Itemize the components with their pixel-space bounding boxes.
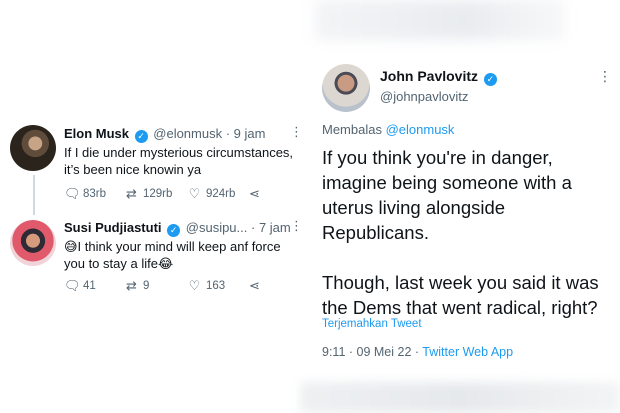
like-button[interactable]: ♡ 163 xyxy=(187,278,247,294)
tweet-time[interactable]: · 7 jam xyxy=(251,220,291,235)
tweet-text-line: 😅I think your mind will keep anf force xyxy=(64,239,281,254)
user-handle[interactable]: @johnpavlovitz xyxy=(380,89,468,104)
more-dots-icon[interactable]: ⋮ xyxy=(598,68,612,85)
blurred-background-bottom xyxy=(300,382,620,413)
tweet-header-susi: Susi Pudjiastuti ✓ @susipu... · 7 jam xyxy=(64,220,291,237)
more-dots-icon[interactable]: ⋮ xyxy=(290,218,303,234)
tweet-metadata: 9:11 · 09 Mei 22 · Twitter Web App xyxy=(322,345,513,359)
retweet-icon: ⇄ xyxy=(126,278,137,293)
display-name[interactable]: Susi Pudjiastuti xyxy=(64,220,162,235)
share-button[interactable]: ⋖ xyxy=(247,278,262,294)
user-handle[interactable]: @susipu... xyxy=(186,220,248,235)
reply-button[interactable]: 🗨 83rb xyxy=(64,186,124,202)
tweet-body: If you think you're in danger, imagine b… xyxy=(322,145,617,345)
heart-icon: ♡ xyxy=(188,278,201,293)
heart-icon: ♡ xyxy=(188,186,201,201)
tweet-timestamp[interactable]: 9:11 · 09 Mei 22 · xyxy=(322,345,419,359)
thread-connector-line xyxy=(33,175,35,215)
reply-mention-link[interactable]: @elonmusk xyxy=(386,122,455,137)
retweet-count: 9 xyxy=(143,280,150,292)
translate-tweet-link[interactable]: Terjemahkan Tweet xyxy=(322,318,422,330)
reply-bubble-icon: 🗨 xyxy=(64,186,81,201)
share-icon: ⋖ xyxy=(249,186,260,201)
retweet-count: 129rb xyxy=(143,188,173,200)
tweet-header-elon: Elon Musk ✓ @elonmusk · 9 jam xyxy=(64,126,265,143)
user-handle[interactable]: @elonmusk xyxy=(153,126,222,141)
tweet-time[interactable]: · 9 jam xyxy=(226,126,266,141)
like-button[interactable]: ♡ 924rb xyxy=(187,186,247,202)
reply-bubble-icon: 🗨 xyxy=(64,278,81,293)
tweet-text-elon: If I die under mysterious circumstances,… xyxy=(64,144,293,178)
reply-button[interactable]: 🗨 41 xyxy=(64,278,124,294)
avatar-john[interactable] xyxy=(322,64,370,112)
tweet-text-susi: 😅I think your mind will keep anf force y… xyxy=(64,238,281,272)
like-count: 163 xyxy=(206,280,226,292)
tweet-text-line: you to stay a life😂 xyxy=(64,256,174,271)
tweet-paragraph: If you think you're in danger, imagine b… xyxy=(322,147,572,243)
tweet-header-john: John Pavlovitz ✓ xyxy=(380,68,499,86)
more-dots-icon[interactable]: ⋮ xyxy=(290,124,303,140)
avatar-elon[interactable] xyxy=(10,125,56,171)
display-name[interactable]: John Pavlovitz xyxy=(380,68,478,84)
blurred-background-top xyxy=(315,0,565,40)
retweet-button[interactable]: ⇄ 129rb xyxy=(124,186,187,202)
avatar-susi[interactable] xyxy=(10,220,56,266)
retweet-button[interactable]: ⇄ 9 xyxy=(124,278,187,294)
tweet-text-line: If I die under mysterious circumstances, xyxy=(64,145,294,160)
verified-badge-icon: ✓ xyxy=(483,73,497,86)
share-icon: ⋖ xyxy=(249,278,260,293)
like-count: 924rb xyxy=(206,188,236,200)
tweet-actions-elon: 🗨 83rb ⇄ 129rb ♡ 924rb ⋖ xyxy=(64,186,262,202)
reply-count: 41 xyxy=(83,280,96,292)
reply-count: 83rb xyxy=(83,188,107,200)
verified-badge-icon: ✓ xyxy=(167,224,181,237)
reply-prefix: Membalas xyxy=(322,122,382,137)
tweet-source-app[interactable]: Twitter Web App xyxy=(422,345,513,359)
display-name[interactable]: Elon Musk xyxy=(64,126,129,141)
tweet-actions-susi: 🗨 41 ⇄ 9 ♡ 163 ⋖ xyxy=(64,278,262,294)
left-thread-panel: Elon Musk ✓ @elonmusk · 9 jam ⋮ If I die… xyxy=(0,110,305,310)
tweet-paragraph: Though, last week you said it was the De… xyxy=(322,272,599,318)
share-button[interactable]: ⋖ xyxy=(247,186,262,202)
retweet-icon: ⇄ xyxy=(126,186,137,201)
tweet-text-line: it’s been nice knowin ya xyxy=(64,162,202,177)
verified-badge-icon: ✓ xyxy=(134,130,148,143)
reply-context: Membalas @elonmusk xyxy=(322,122,454,137)
